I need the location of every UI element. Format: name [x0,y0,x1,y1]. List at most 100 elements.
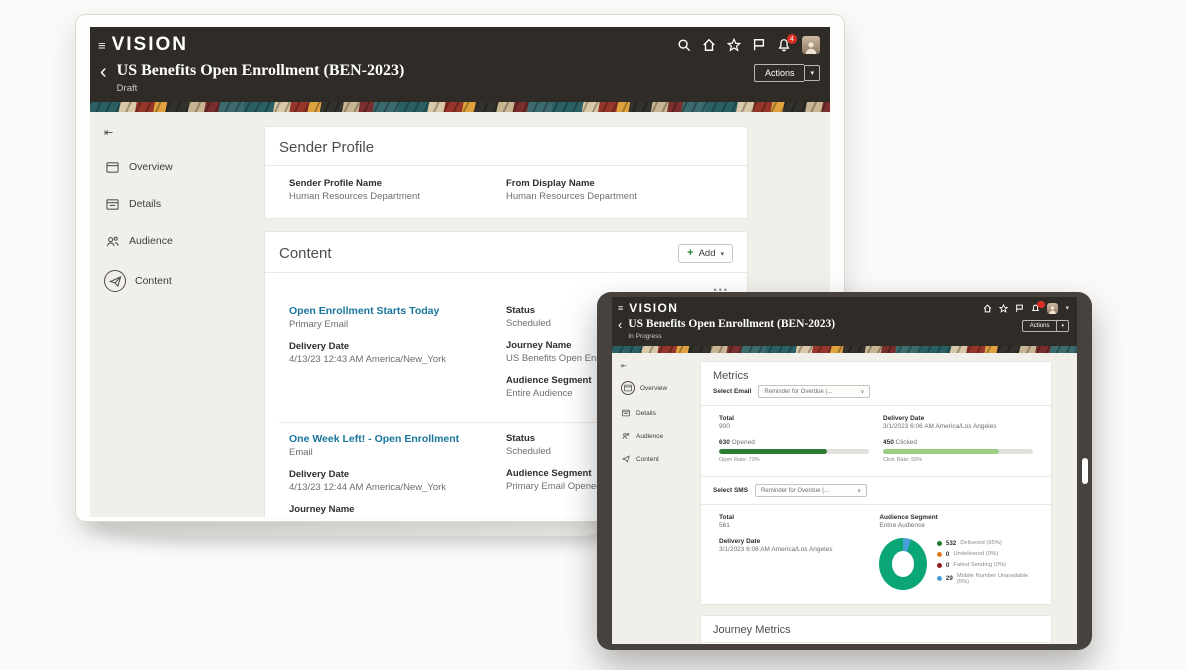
sidebar-item-details[interactable]: Details [104,196,258,212]
donut-legend: 532Delivered (95%) 0Undelivered (0%) 0Fa… [937,540,1033,589]
app-logo: VISION [112,34,188,56]
decorative-banner [612,346,1077,353]
tablet-device: ≡ VISION ▾ ‹ US Benefits Open E [597,292,1092,650]
app-header: ≡ VISION 4 ‹ US Benefits Open E [90,27,830,102]
select-email-label: Select Email [713,388,751,395]
legend-dot-failed [937,563,942,568]
sidebar-item-label: Details [129,198,161,210]
notification-badge: 4 [787,34,797,44]
chevron-down-icon: ▾ [720,250,724,258]
search-icon[interactable] [677,38,691,52]
sidebar-item-content[interactable]: Content [621,454,700,464]
actions-dropdown-chevron-icon[interactable]: ▾ [804,65,820,81]
page-title: US Benefits Open Enrollment (BEN-2023) [628,318,835,331]
actions-button[interactable]: Actions [1022,320,1057,332]
notification-badge [1037,301,1045,308]
sidebar-item-audience[interactable]: Audience [621,431,700,441]
sidebar-item-label: Audience [636,433,663,440]
sidebar-item-overview[interactable]: Overview [104,159,258,175]
donut-chart [879,538,927,590]
select-sms-label: Select SMS [713,487,748,494]
back-button[interactable]: ‹ [100,64,107,80]
click-rate-label: Click Rate: 50% [883,457,1033,463]
opened-progress-bar [719,449,869,454]
metrics-title: Metrics [713,370,1039,382]
home-icon[interactable] [702,38,716,52]
content-item-type: Primary Email [289,319,506,330]
sidebar-item-label: Overview [129,161,173,173]
sender-profile-card: Sender Profile Sender Profile Name Human… [264,126,748,219]
sidebar-item-audience[interactable]: Audience [104,233,258,249]
tablet-screen: ≡ VISION ▾ ‹ US Benefits Open E [612,297,1077,644]
email-delivery-date-field: Delivery Date 3/1/2023 6:06 AM America/L… [883,415,1033,430]
clicked-progress-bar [883,449,1033,454]
user-avatar[interactable] [802,36,820,54]
sidebar-item-overview[interactable]: Overview [621,381,700,395]
sidebar-collapse-icon[interactable]: ⇤ [104,126,258,139]
content-item-link[interactable]: Open Enrollment Starts Today [289,305,506,317]
menu-icon[interactable]: ≡ [98,39,106,52]
sidebar-item-label: Audience [129,235,173,247]
main-content: Metrics Select Email Reminder for Overdu… [700,353,1077,644]
status-badge: Draft [117,83,405,94]
favorites-star-icon[interactable] [727,38,741,52]
sidebar-item-label: Content [636,456,659,463]
sidebar: ⇤ Overview Details Audience Content [90,112,258,313]
select-sms-dropdown[interactable]: Reminder for Overdue (... ∨ [755,484,867,497]
content-title: Content [279,245,332,262]
flag-icon[interactable] [1015,304,1024,313]
sender-profile-name-field: Sender Profile Name Human Resources Depa… [289,178,506,202]
sms-total-field: Total 561 [719,514,865,529]
content-item-type: Email [289,447,506,458]
actions-button[interactable]: Actions [754,64,805,82]
add-content-button[interactable]: + Add ▾ [678,244,733,263]
status-badge: In Progress [628,333,835,340]
chevron-down-icon: ∨ [861,389,865,395]
details-icon [621,408,631,418]
plus-icon: + [687,248,693,259]
sender-profile-title: Sender Profile [279,139,733,156]
details-icon [104,196,120,212]
sidebar: ⇤ Overview Details Audience Content [612,353,700,477]
sidebar-item-label: Content [135,275,172,287]
sms-delivery-date-field: Delivery Date 3/1/2023 6:06 AM America/L… [719,538,865,590]
avatar-dropdown-chevron-icon[interactable]: ▾ [1065,304,1069,312]
sidebar-collapse-icon[interactable]: ⇤ [621,362,700,370]
chevron-down-icon: ∨ [857,488,861,494]
flag-icon[interactable] [752,38,766,52]
select-email-dropdown[interactable]: Reminder for Overdue (... ∨ [758,385,870,398]
app-logo: VISION [629,301,678,315]
content-item-link[interactable]: One Week Left! - Open Enrollment [289,433,506,445]
audience-people-icon [104,233,120,249]
menu-icon[interactable]: ≡ [618,304,623,313]
legend-dot-mobile [937,576,942,581]
content-send-icon [621,454,631,464]
sidebar-item-details[interactable]: Details [621,408,700,418]
tablet-scroll-indicator[interactable] [1082,458,1088,484]
opened-metric: 630 Opened Open Rate: 70% [719,439,869,463]
sms-delivery-donut-chart: 532Delivered (95%) 0Undelivered (0%) 0Fa… [879,538,1033,590]
journey-metrics-title: Journey Metrics [713,624,1039,636]
clicked-metric: 450 Clicked Click Rate: 50% [883,439,1033,463]
sidebar-item-label: Overview [640,385,667,392]
app-header: ≡ VISION ▾ ‹ US Benefits Open E [612,297,1077,346]
notifications-bell-icon[interactable] [1031,304,1040,313]
audience-segment-field: Audience Segment Entire Audience [879,514,1033,529]
legend-dot-delivered [937,541,942,546]
audience-people-icon [621,431,631,441]
home-icon[interactable] [983,304,992,313]
content-send-icon [104,270,126,292]
metrics-card: Metrics Select Email Reminder for Overdu… [700,361,1052,605]
journey-metrics-card: Journey Metrics Journey Name: US Benefit… [700,615,1052,644]
open-rate-label: Open Rate: 70% [719,457,869,463]
user-avatar[interactable] [1047,303,1058,314]
sidebar-item-label: Details [636,410,656,417]
notifications-bell-icon[interactable]: 4 [777,38,791,52]
legend-dot-undelivered [937,552,942,557]
email-total-field: Total 900 [719,415,869,430]
back-button[interactable]: ‹ [618,319,622,330]
actions-dropdown-chevron-icon[interactable]: ▾ [1056,320,1069,332]
overview-icon [621,381,635,395]
favorites-star-icon[interactable] [999,304,1008,313]
sidebar-item-content[interactable]: Content [104,270,258,292]
